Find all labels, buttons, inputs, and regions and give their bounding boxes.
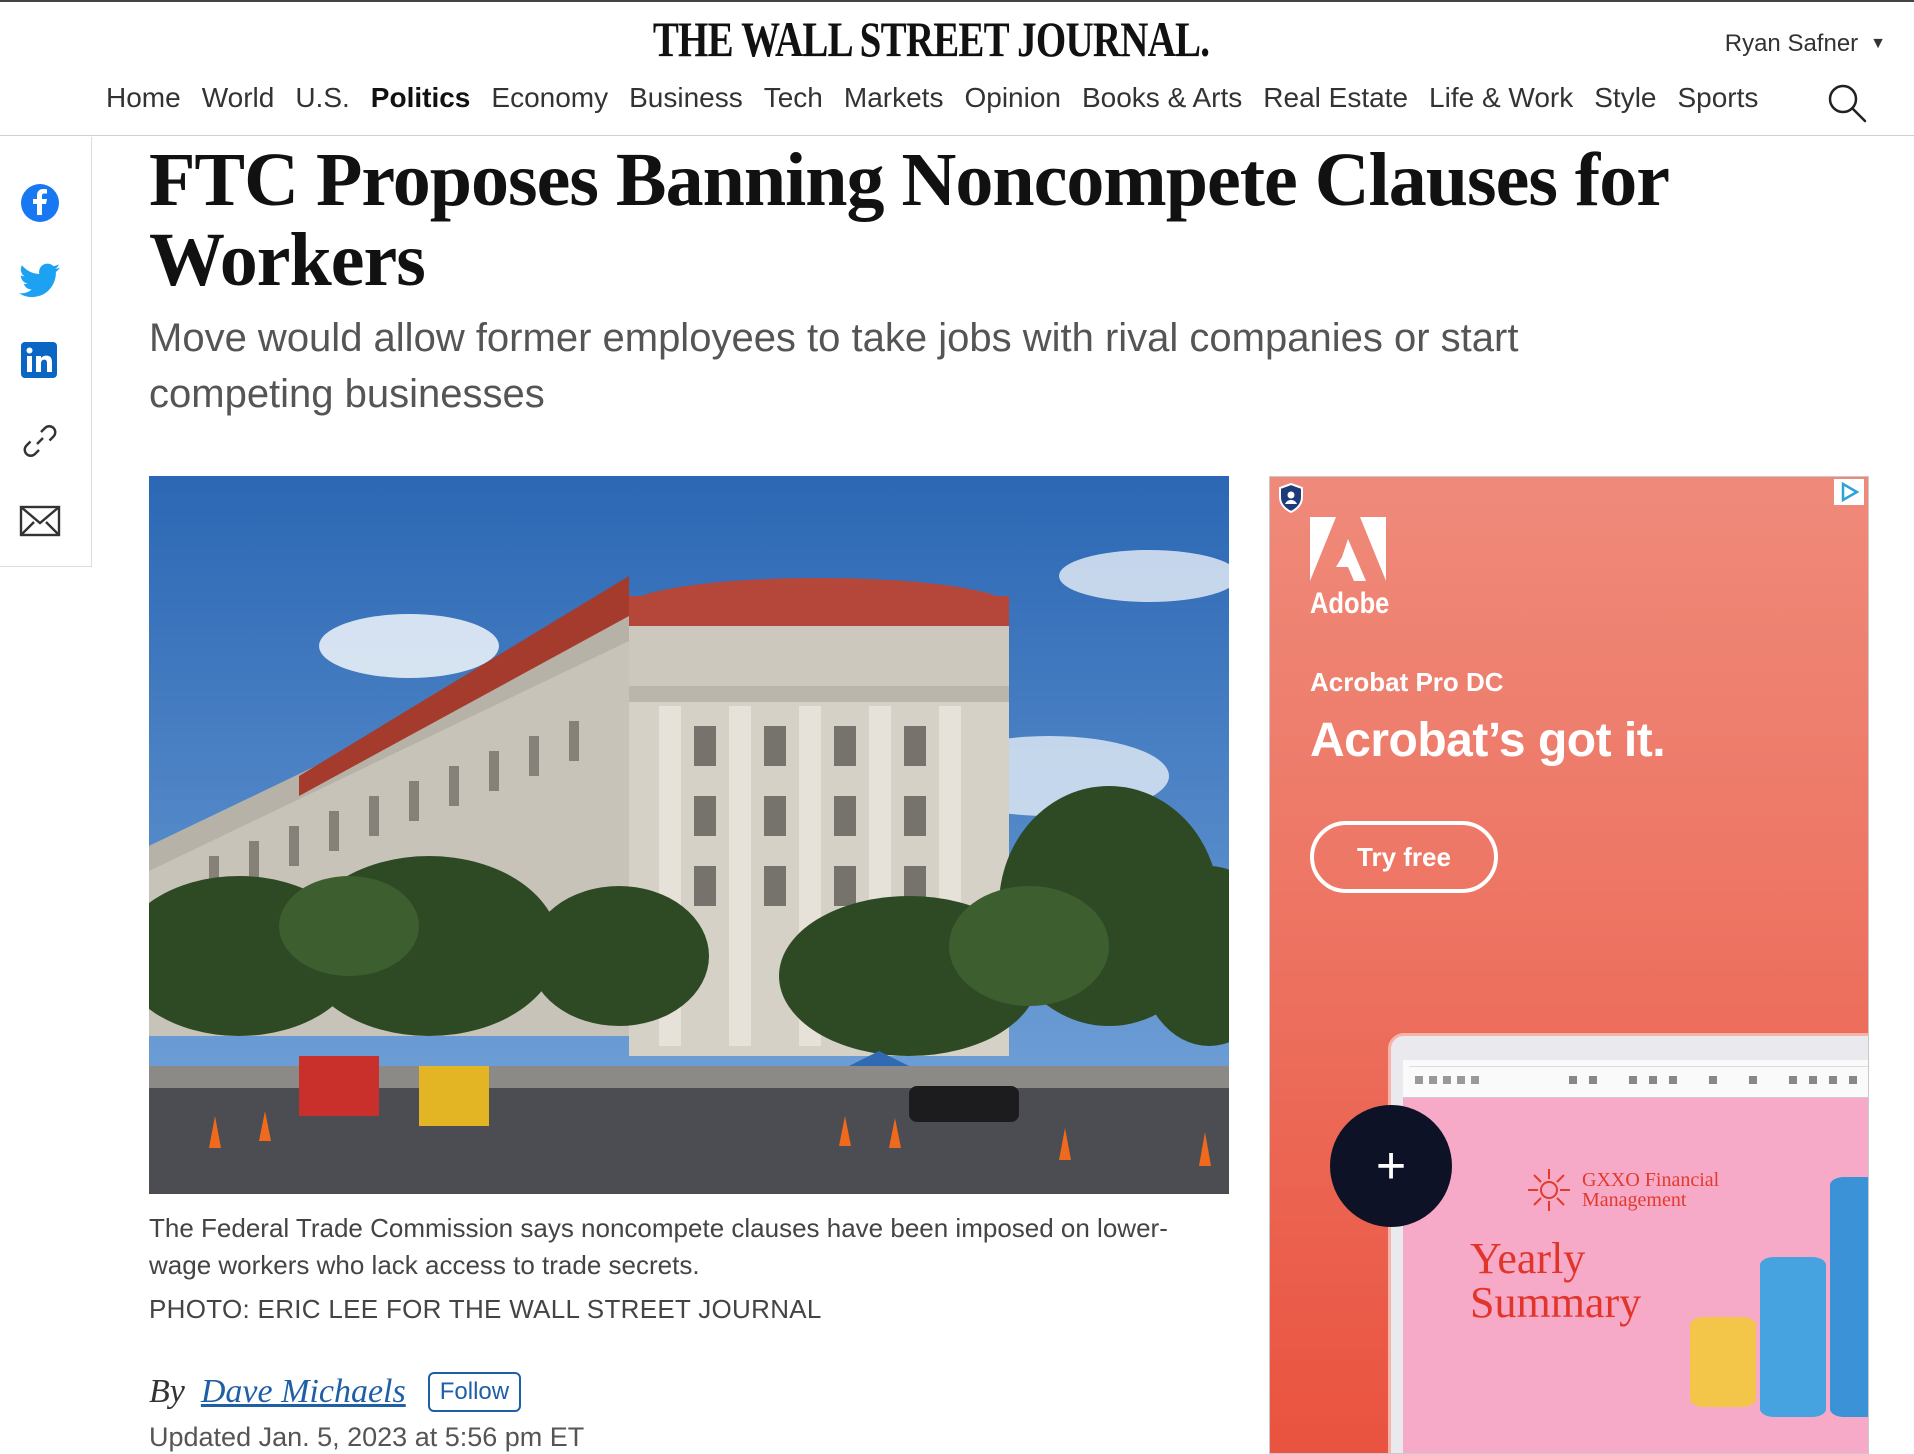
doc-title: Yearly Summary bbox=[1470, 1237, 1641, 1325]
chart-cylinder-blue bbox=[1760, 1257, 1826, 1417]
nav-business[interactable]: Business bbox=[629, 82, 743, 114]
nav-style[interactable]: Style bbox=[1594, 82, 1656, 114]
share-rail bbox=[0, 137, 92, 567]
doc-company-line1: GXXO Financial bbox=[1582, 1169, 1720, 1191]
doc-title-line2: Summary bbox=[1470, 1278, 1642, 1327]
doc-company-name: GXXO Financial Management bbox=[1582, 1170, 1719, 1210]
nav-markets[interactable]: Markets bbox=[844, 82, 944, 114]
article-photo bbox=[149, 476, 1229, 1194]
user-menu[interactable]: Ryan Safner ▼ bbox=[1725, 30, 1886, 58]
follow-button[interactable]: Follow bbox=[427, 1372, 522, 1412]
doc-company: GXXO Financial Management bbox=[1526, 1167, 1719, 1213]
sunburst-logo-icon bbox=[1528, 1169, 1570, 1211]
chart-cylinder-yellow bbox=[1690, 1317, 1756, 1407]
plus-icon: + bbox=[1330, 1105, 1452, 1227]
advertisement[interactable]: Adobe Acrobat Pro DC Acrobat’s got it. T… bbox=[1269, 476, 1869, 1454]
nav-us[interactable]: U.S. bbox=[295, 82, 349, 114]
nav-books-arts[interactable]: Books & Arts bbox=[1082, 82, 1242, 114]
author-link[interactable]: Dave Michaels bbox=[201, 1373, 406, 1411]
masthead: THE WALL STREET JOURNAL. Ryan Safner ▼ H… bbox=[0, 0, 1914, 136]
ad-brand: Adobe bbox=[1310, 587, 1390, 620]
nav-opinion[interactable]: Opinion bbox=[964, 82, 1061, 114]
photo-caption: The Federal Trade Commission says noncom… bbox=[149, 1213, 1168, 1280]
nav-world[interactable]: World bbox=[202, 82, 275, 114]
photo-credit-label: PHOTO: bbox=[149, 1294, 251, 1324]
email-icon[interactable] bbox=[18, 499, 62, 543]
twitter-icon[interactable] bbox=[18, 259, 62, 303]
app-toolbar bbox=[1403, 1060, 1868, 1098]
caret-down-icon[interactable]: ▼ bbox=[1870, 35, 1886, 53]
try-free-button[interactable]: Try free bbox=[1310, 821, 1498, 893]
ad-tagline: Acrobat’s got it. bbox=[1310, 714, 1666, 767]
chart-cylinder-tall bbox=[1830, 1177, 1868, 1417]
facebook-icon[interactable] bbox=[18, 181, 62, 225]
nav-politics[interactable]: Politics bbox=[371, 82, 471, 114]
nav-tech[interactable]: Tech bbox=[764, 82, 823, 114]
nav-sports[interactable]: Sports bbox=[1677, 82, 1758, 114]
article-dek: Move would allow former employees to tak… bbox=[149, 316, 1519, 416]
byline: By Dave Michaels Follow bbox=[149, 1372, 522, 1412]
shield-icon[interactable] bbox=[1278, 483, 1304, 513]
nav-life-work[interactable]: Life & Work bbox=[1429, 82, 1573, 114]
ad-product: Acrobat Pro DC bbox=[1310, 667, 1504, 697]
user-name[interactable]: Ryan Safner bbox=[1725, 30, 1858, 58]
section-nav: Home World U.S. Politics Economy Busines… bbox=[106, 82, 1758, 114]
nav-home[interactable]: Home bbox=[106, 82, 181, 114]
doc-title-line1: Yearly bbox=[1470, 1234, 1586, 1283]
updated-timestamp: Updated Jan. 5, 2023 at 5:56 pm ET bbox=[149, 1422, 585, 1452]
byline-by: By bbox=[149, 1373, 185, 1410]
nav-real-estate[interactable]: Real Estate bbox=[1263, 82, 1408, 114]
search-icon[interactable] bbox=[1826, 82, 1868, 124]
nav-economy[interactable]: Economy bbox=[491, 82, 608, 114]
doc-company-line2: Management bbox=[1582, 1189, 1687, 1211]
photo-credit-name: ERIC LEE FOR THE WALL STREET JOURNAL bbox=[257, 1294, 822, 1324]
linkedin-icon[interactable] bbox=[18, 339, 62, 383]
adchoices-icon[interactable] bbox=[1834, 479, 1864, 505]
adobe-logo-icon bbox=[1310, 517, 1386, 581]
link-icon[interactable] bbox=[18, 419, 62, 463]
wsj-logo[interactable]: THE WALL STREET JOURNAL. bbox=[205, 10, 1657, 68]
photo-credit: PHOTO: ERIC LEE FOR THE WALL STREET JOUR… bbox=[149, 1294, 822, 1325]
article-headline: FTC Proposes Banning Noncompete Clauses … bbox=[149, 138, 1669, 302]
